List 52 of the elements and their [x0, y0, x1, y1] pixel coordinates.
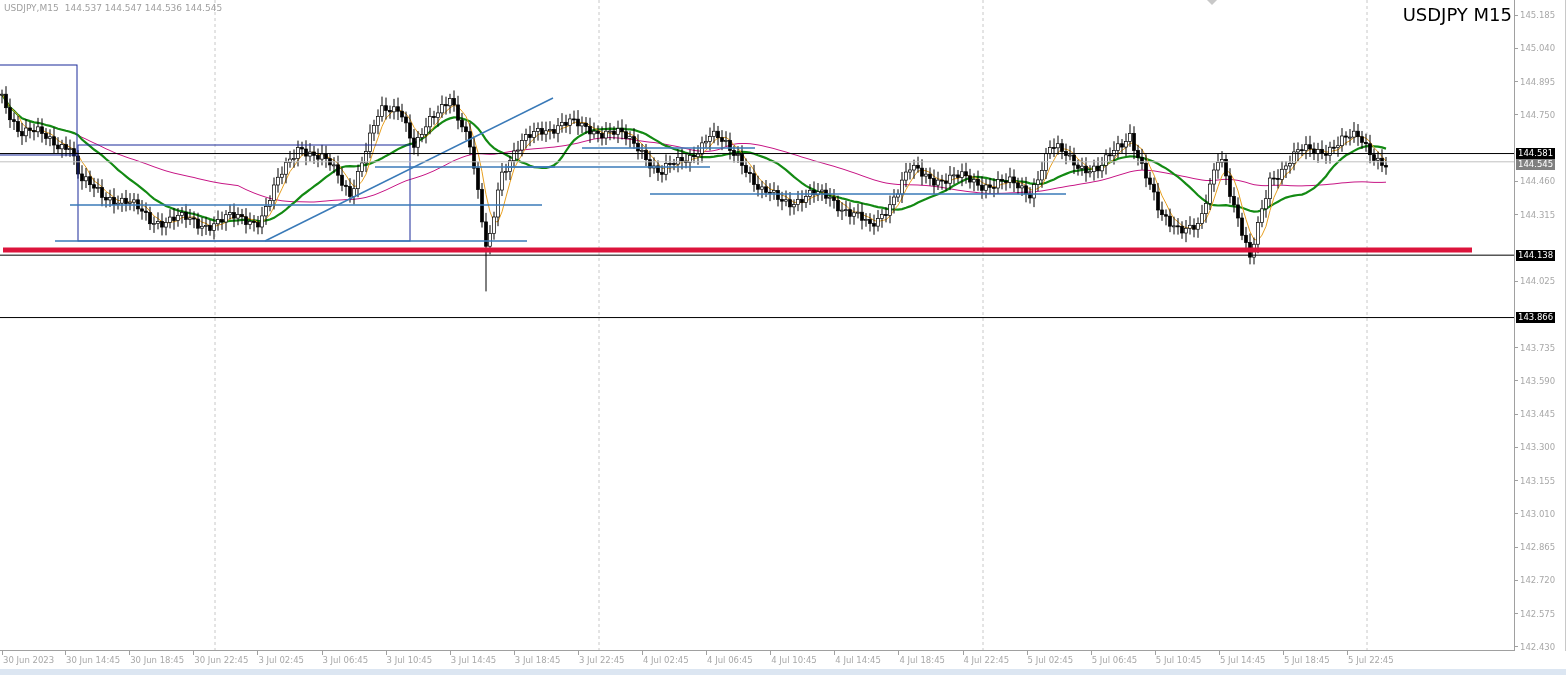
- time-tick: 5 Jul 10:45: [1155, 655, 1202, 665]
- time-tick: 4 Jul 06:45: [707, 655, 753, 665]
- price-label: 144.545: [1516, 159, 1556, 171]
- time-tick: 30 Jun 22:45: [194, 655, 249, 665]
- price-tick: 143.300: [1520, 442, 1556, 453]
- time-tick: 3 Jul 14:45: [450, 655, 497, 665]
- horizontal-line[interactable]: [649, 193, 1067, 195]
- price-tick: 143.445: [1520, 409, 1556, 420]
- price-tick: 144.025: [1520, 276, 1556, 287]
- price-tick: 143.735: [1520, 342, 1556, 353]
- price-tick: 143.155: [1520, 475, 1556, 486]
- price-tick: 142.430: [1520, 641, 1556, 652]
- time-tick: 30 Jun 2023: [3, 655, 55, 665]
- price-tick: 142.575: [1520, 608, 1556, 619]
- time-tick: 4 Jul 02:45: [643, 655, 689, 665]
- time-tick: 4 Jul 18:45: [899, 655, 945, 665]
- price-tick: 144.895: [1520, 76, 1556, 87]
- time-tick: 4 Jul 22:45: [963, 655, 1010, 665]
- time-tick: 5 Jul 14:45: [1219, 655, 1266, 665]
- price-label: 144.138: [1516, 249, 1556, 261]
- price-tick: 142.865: [1520, 542, 1556, 553]
- time-tick: 3 Jul 22:45: [578, 655, 625, 665]
- symbol-label: USDJPY,M15: [4, 3, 59, 13]
- time-tick: 4 Jul 14:45: [835, 655, 881, 665]
- price-tick: 144.315: [1520, 209, 1556, 220]
- time-tick: 5 Jul 06:45: [1091, 655, 1138, 665]
- rectangle-shape[interactable]: [77, 144, 411, 242]
- price-tick: 144.750: [1520, 109, 1556, 120]
- price-tick: 145.185: [1520, 10, 1556, 20]
- ohlc-values: 144.537 144.547 144.536 144.545: [64, 3, 223, 13]
- time-tick: 5 Jul 02:45: [1027, 655, 1074, 665]
- trend-line[interactable]: [264, 97, 554, 242]
- time-tick: 4 Jul 10:45: [771, 655, 817, 665]
- price-tick: 145.040: [1520, 43, 1556, 54]
- support-line[interactable]: [3, 247, 1472, 253]
- price-tick: 144.460: [1520, 176, 1556, 187]
- time-tick: 3 Jul 10:45: [386, 655, 433, 665]
- time-tick: 30 Jun 18:45: [130, 655, 185, 665]
- time-tick: 5 Jul 18:45: [1284, 655, 1330, 665]
- price-tick: 143.010: [1520, 508, 1556, 519]
- shift-marker-icon[interactable]: [1207, 0, 1217, 5]
- price-tick: 142.720: [1520, 575, 1556, 586]
- chart-title: USDJPY M15: [1402, 4, 1513, 25]
- price-label: 143.866: [1516, 312, 1556, 324]
- time-tick: 3 Jul 02:45: [258, 655, 304, 665]
- time-tick: 3 Jul 06:45: [322, 655, 369, 665]
- time-tick: 5 Jul 22:45: [1348, 655, 1394, 665]
- time-tick: 3 Jul 18:45: [514, 655, 561, 665]
- price-label: 144.581: [1516, 148, 1556, 160]
- horizontal-line[interactable]: [581, 147, 756, 149]
- price-tick: 143.590: [1520, 375, 1556, 386]
- time-tick: 30 Jun 14:45: [66, 655, 121, 665]
